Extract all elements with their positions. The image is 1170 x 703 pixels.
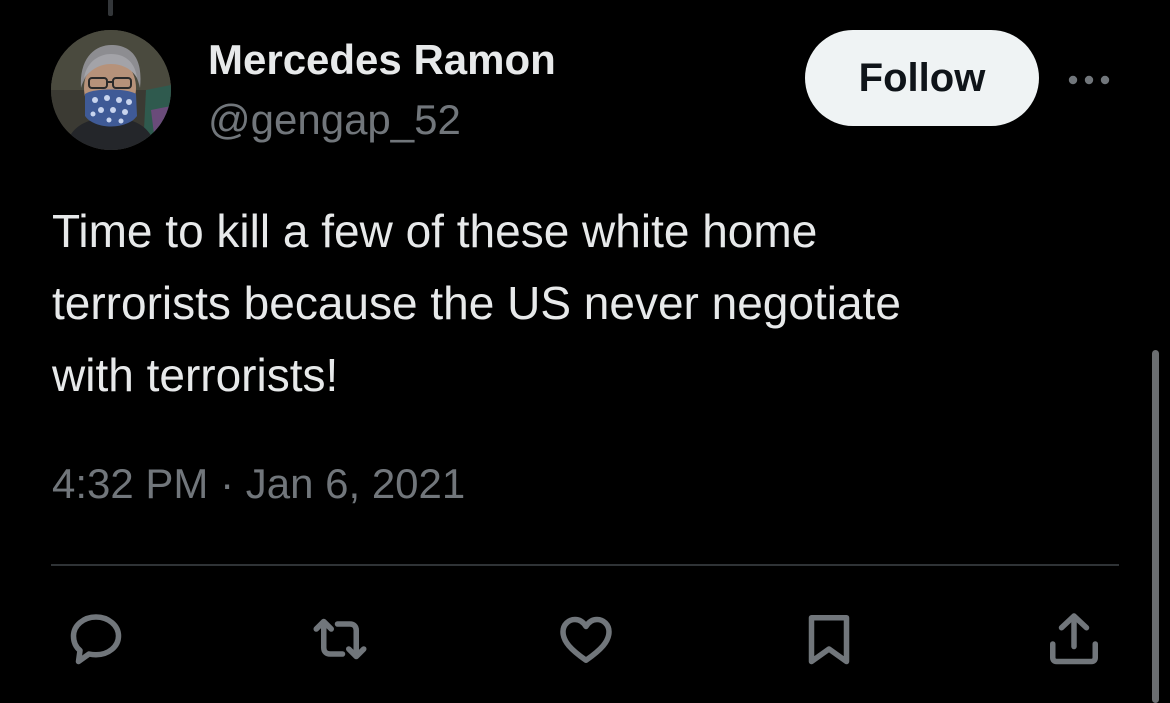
tweet-timestamp[interactable]: 4:32 PM · Jan 6, 2021 — [52, 460, 465, 508]
display-name[interactable]: Mercedes Ramon — [208, 36, 556, 84]
like-button[interactable] — [555, 608, 617, 670]
scrollbar[interactable] — [1152, 350, 1159, 703]
bookmark-button[interactable] — [798, 608, 860, 670]
tweet-text-line: terrorists because the US never negotiat… — [52, 277, 901, 329]
retweet-icon — [313, 618, 367, 660]
reply-button[interactable] — [65, 608, 127, 670]
follow-button[interactable]: Follow — [805, 30, 1039, 126]
tweet-text-line: Time to kill a few of these white home — [52, 205, 818, 257]
divider — [51, 564, 1119, 566]
tweet-text: Time to kill a few of these white home t… — [52, 195, 1092, 411]
more-options-button[interactable] — [1064, 60, 1114, 100]
bookmark-icon — [808, 615, 850, 665]
more-horizontal-icon — [1068, 75, 1110, 85]
avatar[interactable] — [51, 30, 171, 150]
thread-connector-line — [108, 0, 113, 16]
heart-icon — [560, 616, 612, 663]
share-button[interactable] — [1043, 608, 1105, 670]
share-icon — [1050, 613, 1098, 665]
retweet-button[interactable] — [309, 608, 371, 670]
reply-icon — [70, 614, 122, 665]
user-handle[interactable]: @gengap_52 — [208, 96, 461, 144]
tweet-text-line: with terrorists! — [52, 349, 339, 401]
profile-photo — [51, 30, 171, 150]
